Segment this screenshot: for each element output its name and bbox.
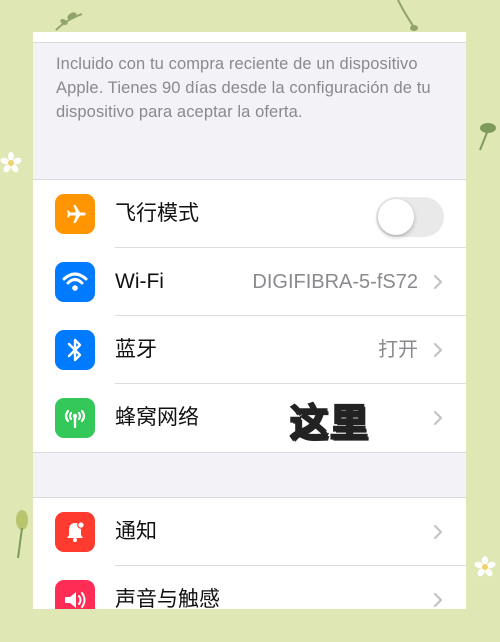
chevron-right-icon (433, 342, 443, 358)
cellular-label: 蜂窝网络 (115, 406, 199, 429)
settings-row-airplane-mode[interactable]: 飞行模式 (33, 180, 466, 248)
notifications-group: 通知 声音与触感 (33, 497, 466, 609)
flower-decoration-left-icon (0, 152, 23, 174)
chevron-right-icon (433, 524, 443, 540)
leaf-decoration-bottom-left-icon (16, 510, 28, 559)
sounds-haptics-label: 声音与触感 (115, 588, 220, 609)
top-divider (33, 32, 466, 43)
wifi-icon (55, 262, 95, 302)
bluetooth-label: 蓝牙 (115, 338, 157, 361)
airplane-icon (55, 194, 95, 234)
settings-row-cellular[interactable]: 蜂窝网络 (33, 384, 466, 452)
chevron-right-icon (433, 410, 443, 426)
chevron-right-icon (433, 592, 443, 608)
notifications-label: 通知 (115, 520, 157, 543)
wifi-network-name: DIGIFIBRA-5-fS72 (252, 271, 418, 293)
airplane-mode-label: 飞行模式 (115, 202, 199, 225)
toggle-knob (378, 199, 414, 235)
leaf-decoration-right-icon (479, 123, 496, 151)
bluetooth-icon (55, 330, 95, 370)
offer-note: Incluido con tu compra reciente de un di… (56, 55, 431, 121)
wifi-label: Wi-Fi (115, 270, 164, 293)
bell-icon (55, 512, 95, 552)
flower-decoration-right-icon (473, 556, 497, 578)
settings-row-wifi[interactable]: Wi-Fi DIGIFIBRA-5-fS72 (33, 248, 466, 316)
speaker-icon (55, 580, 95, 609)
leaf-decoration-top-left-icon (55, 12, 83, 31)
airplane-mode-toggle[interactable] (376, 197, 444, 237)
cellular-antenna-icon (55, 398, 95, 438)
leaf-decoration-top-right-icon (397, 0, 418, 31)
bluetooth-status: 打开 (378, 339, 418, 361)
chevron-right-icon (433, 274, 443, 290)
settings-row-bluetooth[interactable]: 蓝牙 打开 (33, 316, 466, 384)
connectivity-group: 飞行模式 Wi-Fi DIGIFIBRA-5-fS72 蓝牙 打开 蜂窝网络 (33, 179, 466, 453)
settings-row-sounds[interactable]: 声音与触感 (33, 566, 466, 609)
settings-row-notifications[interactable]: 通知 (33, 498, 466, 566)
settings-screen: Incluido con tu compra reciente de un di… (33, 32, 466, 609)
annotation-caption: 这里 (289, 400, 371, 446)
